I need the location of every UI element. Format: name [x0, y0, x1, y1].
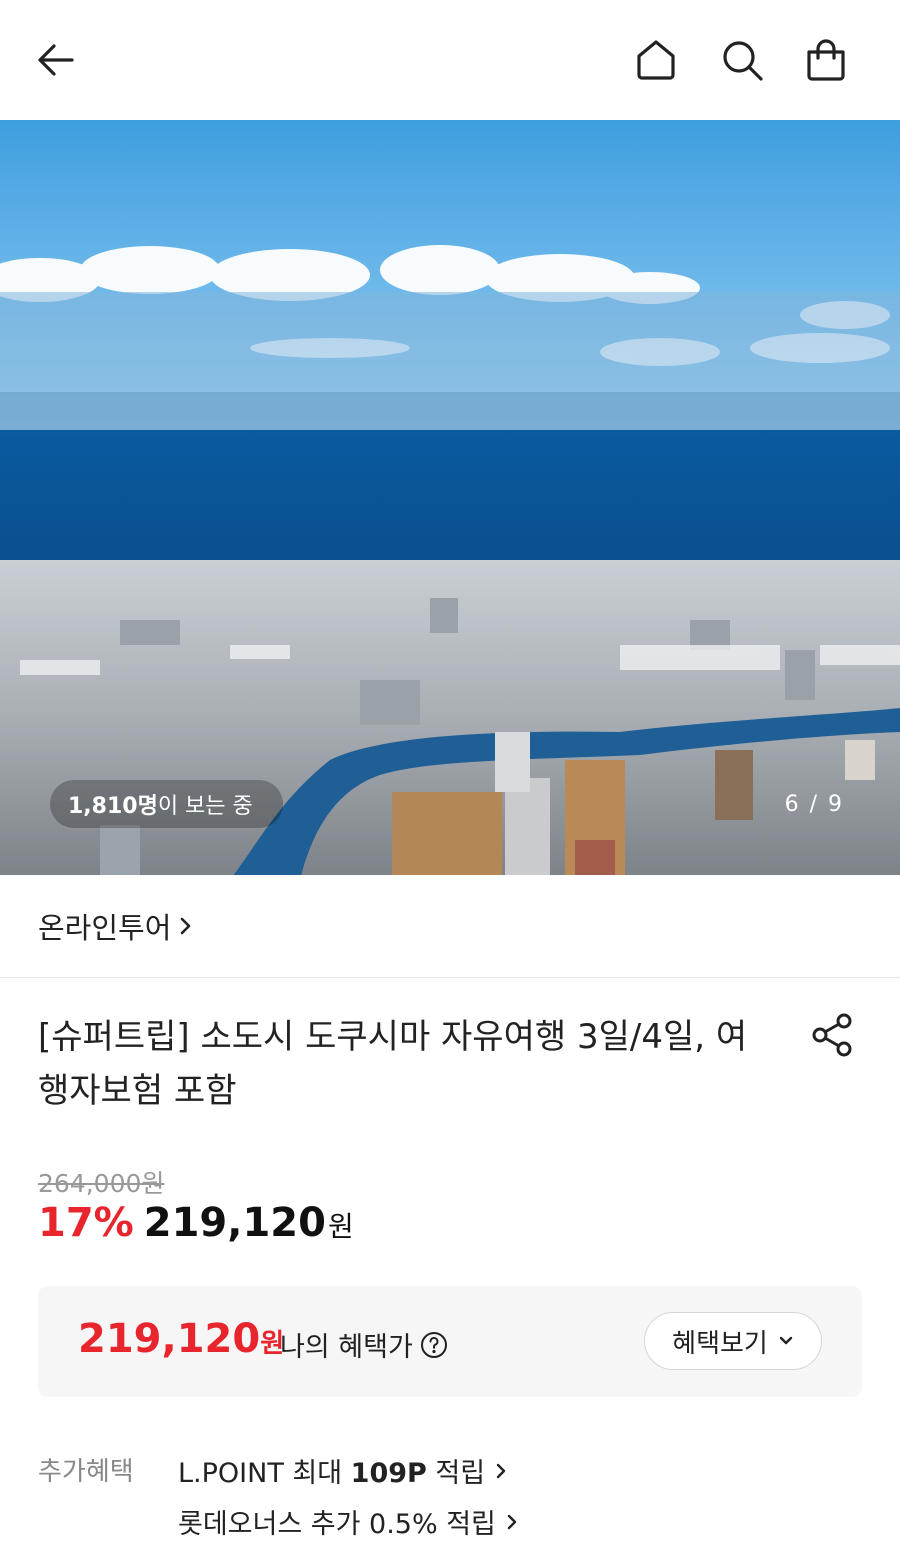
extra-item-text: L.POINT 최대 109P 적립 — [178, 1458, 486, 1489]
view-benefits-label: 혜택보기 — [672, 1328, 768, 1359]
shopping-bag-icon — [807, 39, 845, 81]
chevron-down-icon — [779, 1336, 793, 1345]
benefit-price-value: 219,120 — [78, 1316, 261, 1362]
sale-price-row: 17% 219,120 원 — [38, 1200, 354, 1246]
section-divider — [0, 977, 900, 978]
product-title: [슈퍼트립] 소도시 도쿠시마 자유여행 3일/4일, 여행자보험 포함 — [38, 1017, 748, 1111]
top-app-bar — [0, 0, 900, 120]
benefit-label: 나의 혜택가 — [280, 1332, 413, 1363]
extra-benefits-label: 추가혜택 — [38, 1457, 134, 1487]
sale-price: 219,120 — [143, 1200, 326, 1246]
lpoint-benefit-link[interactable]: L.POINT 최대 109P 적립 — [178, 1451, 509, 1490]
chevron-right-icon — [507, 1514, 517, 1529]
share-icon — [812, 1013, 852, 1057]
home-icon — [637, 40, 675, 80]
question-circle-icon[interactable] — [419, 1330, 449, 1360]
share-button[interactable] — [806, 1008, 860, 1062]
benefit-price: 219,120원 — [78, 1316, 284, 1362]
home-button[interactable] — [626, 30, 686, 90]
extra-item-text: 롯데오너스 추가 0.5% 적립 — [178, 1509, 496, 1540]
image-pager: 6 / 9 — [784, 792, 844, 817]
search-button[interactable] — [712, 30, 772, 90]
chevron-right-icon — [496, 1463, 506, 1478]
cart-button[interactable] — [796, 30, 856, 90]
arrow-left-icon — [38, 44, 74, 76]
seller-link[interactable]: 온라인투어 — [38, 905, 193, 947]
lotte-owners-benefit-link[interactable]: 롯데오너스 추가 0.5% 적립 — [178, 1502, 520, 1541]
view-benefits-button[interactable]: 혜택보기 — [644, 1312, 822, 1370]
search-icon — [723, 41, 763, 81]
benefit-price-box: 219,120원 나의 혜택가 혜택보기 — [38, 1286, 862, 1397]
original-price: 264,000원 — [38, 1169, 165, 1198]
discount-rate: 17% — [38, 1200, 134, 1246]
product-image-carousel[interactable]: 1,810명 이 보는 중 6 / 9 — [0, 120, 900, 875]
sale-price-currency: 원 — [327, 1210, 354, 1243]
benefit-label-group: 나의 혜택가 — [280, 1325, 449, 1364]
chevron-right-icon — [181, 917, 191, 935]
viewers-suffix: 이 보는 중 — [157, 794, 253, 819]
city-coastline-photo — [0, 120, 900, 875]
seller-name: 온라인투어 — [38, 911, 172, 945]
back-button[interactable] — [26, 30, 86, 90]
viewers-count: 1,810명 — [68, 794, 158, 819]
live-viewers-badge: 1,810명 이 보는 중 — [50, 780, 283, 828]
